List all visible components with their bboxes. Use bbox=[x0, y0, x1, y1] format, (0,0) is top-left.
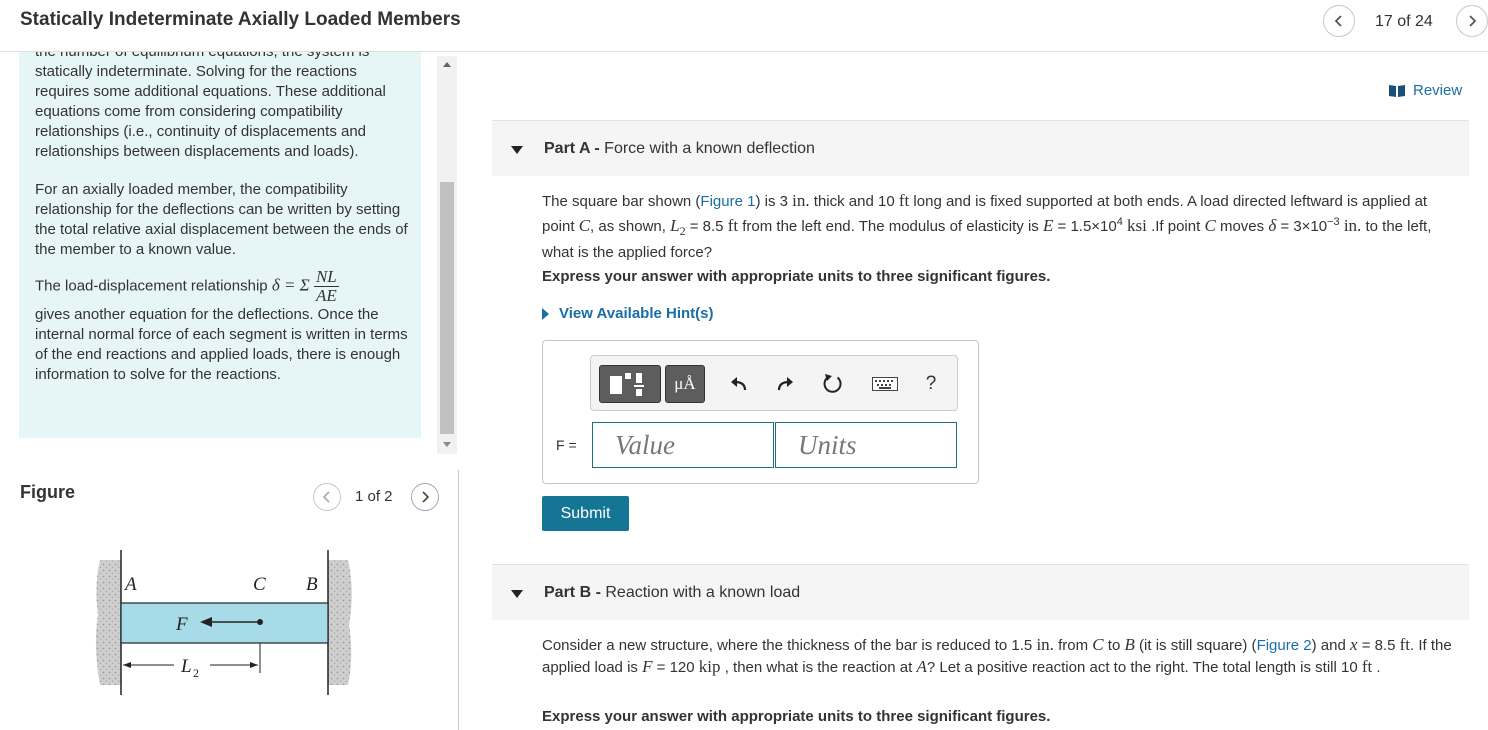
units-button[interactable]: μÅ bbox=[665, 365, 705, 403]
label-f: F bbox=[175, 614, 188, 635]
intro-paragraph-3: The load-displacement relationship δ = Σ… bbox=[35, 268, 415, 385]
chevron-right-icon bbox=[1469, 15, 1477, 27]
reset-icon bbox=[823, 374, 842, 393]
submit-button[interactable]: Submit bbox=[542, 496, 629, 531]
bar-figure: A C B F L 2 bbox=[95, 550, 352, 695]
label-a: A bbox=[123, 574, 137, 595]
label-b: B bbox=[306, 574, 318, 595]
keyboard-icon bbox=[872, 377, 898, 391]
units-input[interactable]: Units bbox=[775, 422, 957, 468]
part-b-question: Consider a new structure, where the thic… bbox=[542, 635, 1452, 676]
next-item-button[interactable] bbox=[1456, 5, 1488, 37]
part-b-header[interactable]: Part B - Reaction with a known load bbox=[492, 564, 1469, 620]
value-input[interactable]: Value bbox=[592, 422, 774, 468]
redo-button[interactable] bbox=[765, 365, 805, 403]
templates-button[interactable] bbox=[599, 365, 661, 403]
delta-sum: δ = Σ bbox=[271, 275, 310, 295]
part-a-question: The square bar shown (Figure 1) is 3 in.… bbox=[542, 191, 1432, 261]
collapse-toggle-icon[interactable] bbox=[511, 590, 523, 598]
collapse-toggle-icon[interactable] bbox=[511, 146, 523, 154]
part-a-instruction: Express your answer with appropriate uni… bbox=[542, 268, 1051, 285]
header: Statically Indeterminate Axially Loaded … bbox=[0, 0, 1488, 52]
part-a-title: Part A - Force with a known deflection bbox=[544, 140, 815, 157]
intro-text-3-post: gives another equation for the deflectio… bbox=[35, 306, 408, 383]
label-c: C bbox=[253, 574, 266, 595]
scrollbar-thumb[interactable] bbox=[440, 182, 454, 434]
redo-icon bbox=[777, 377, 793, 391]
answer-box: μÅ ? F = Value Units bbox=[542, 340, 979, 484]
intro-text-1: statically indeterminate. Solving for th… bbox=[35, 63, 386, 160]
item-counter: 17 of 24 bbox=[1375, 13, 1433, 30]
undo-button[interactable] bbox=[719, 365, 759, 403]
templates-icon bbox=[610, 373, 644, 396]
intro-paragraph-1: the number of equilibrium equations, the… bbox=[35, 52, 415, 162]
figure-previous-button[interactable] bbox=[313, 483, 341, 511]
part-b-title: Part B - Reaction with a known load bbox=[544, 584, 801, 601]
view-hints-link[interactable]: View Available Hint(s) bbox=[542, 305, 714, 322]
chevron-left-icon bbox=[322, 491, 330, 503]
math-toolbar: μÅ ? bbox=[590, 355, 958, 411]
chevron-left-icon bbox=[1334, 15, 1342, 27]
scroll-down-arrow-icon[interactable] bbox=[443, 442, 451, 447]
keyboard-button[interactable] bbox=[863, 365, 907, 403]
answer-variable-label: F = bbox=[556, 437, 577, 453]
chevron-right-icon bbox=[422, 491, 430, 503]
right-wall bbox=[328, 560, 352, 685]
formula-denominator: AE bbox=[315, 286, 337, 305]
help-button[interactable]: ? bbox=[913, 365, 949, 403]
part-a-header[interactable]: Part A - Force with a known deflection bbox=[492, 120, 1469, 176]
page-title: Statically Indeterminate Axially Loaded … bbox=[20, 9, 461, 30]
review-link[interactable]: Review bbox=[1388, 82, 1462, 99]
intro-cut-line: the number of equilibrium equations, the… bbox=[35, 52, 415, 62]
book-icon bbox=[1389, 84, 1405, 97]
scroll-up-arrow-icon[interactable] bbox=[443, 62, 451, 67]
reset-button[interactable] bbox=[813, 365, 853, 403]
pane-divider[interactable] bbox=[458, 470, 459, 730]
square-bar bbox=[120, 602, 329, 644]
intro-panel: the number of equilibrium equations, the… bbox=[19, 52, 421, 438]
figure-next-button[interactable] bbox=[411, 483, 439, 511]
review-label: Review bbox=[1413, 82, 1463, 99]
undo-icon bbox=[731, 377, 747, 391]
figure-2-link[interactable]: Figure 2 bbox=[1257, 637, 1312, 654]
figure-1-link[interactable]: Figure 1 bbox=[700, 193, 755, 210]
left-wall bbox=[95, 560, 121, 685]
intro-paragraph-2: For an axially loaded member, the compat… bbox=[35, 181, 408, 258]
label-l2: L bbox=[180, 656, 192, 677]
previous-item-button[interactable] bbox=[1323, 5, 1355, 37]
figure-heading: Figure bbox=[20, 482, 76, 502]
part-b-instruction: Express your answer with appropriate uni… bbox=[542, 708, 1051, 725]
hints-label: View Available Hint(s) bbox=[559, 305, 714, 322]
expand-triangle-icon bbox=[542, 307, 549, 320]
nl-over-ae-formula: NL AE bbox=[313, 267, 339, 305]
figure-counter: 1 of 2 bbox=[355, 488, 393, 505]
formula-numerator: NL bbox=[313, 267, 339, 287]
intro-text-3-pre: The load-displacement relationship bbox=[35, 277, 268, 295]
label-l2-sub: 2 bbox=[193, 666, 199, 680]
